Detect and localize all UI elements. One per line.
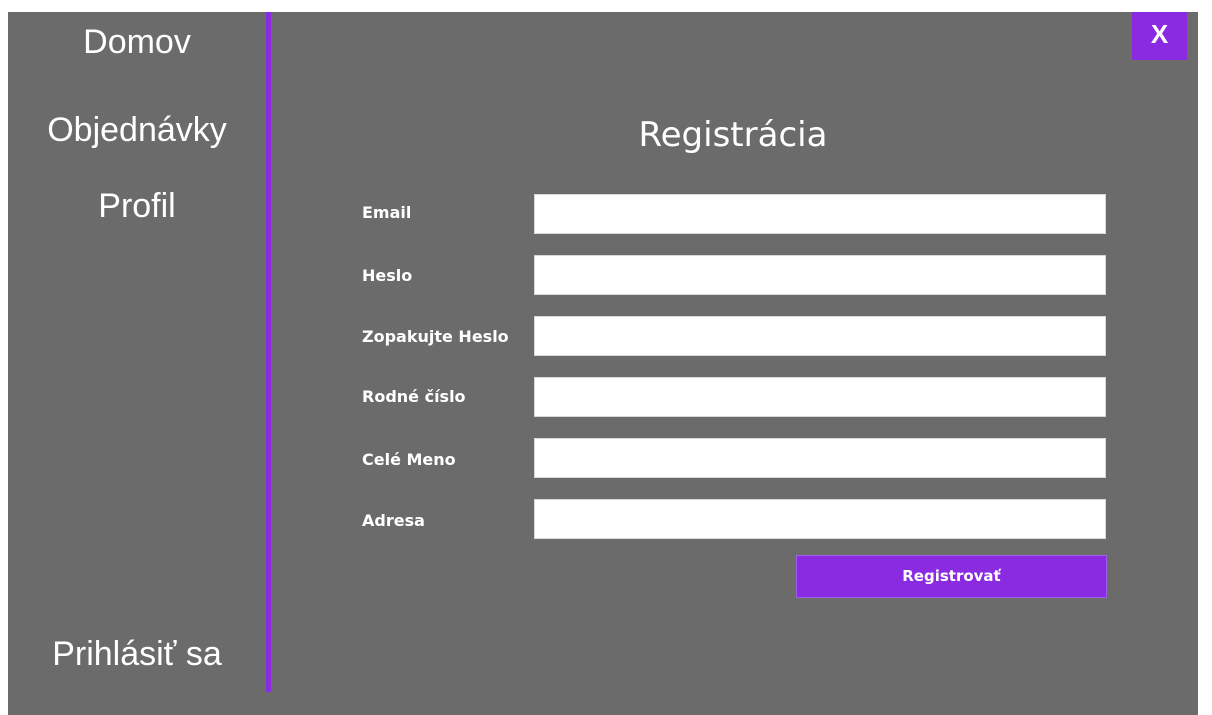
full-name-field[interactable] xyxy=(534,438,1106,478)
address-field[interactable] xyxy=(534,499,1106,539)
sidebar-divider xyxy=(266,12,271,692)
app-window: Domov Objednávky Profil Prihlásiť sa X R… xyxy=(8,12,1198,715)
sidebar-item-orders[interactable]: Objednávky xyxy=(8,108,266,152)
password-field[interactable] xyxy=(534,255,1106,295)
full-name-label: Celé Meno xyxy=(362,450,456,469)
form-title: Registrácia xyxy=(638,115,828,155)
birth-number-label: Rodné číslo xyxy=(362,387,466,406)
sidebar-item-home[interactable]: Domov xyxy=(8,20,266,64)
close-button[interactable]: X xyxy=(1132,12,1187,60)
address-label: Adresa xyxy=(362,511,425,530)
birth-number-field[interactable] xyxy=(534,377,1106,417)
register-button[interactable]: Registrovať xyxy=(796,555,1107,598)
sidebar: Domov Objednávky Profil Prihlásiť sa xyxy=(8,12,266,692)
repeat-password-field[interactable] xyxy=(534,316,1106,356)
email-field[interactable] xyxy=(534,194,1106,234)
repeat-password-label: Zopakujte Heslo xyxy=(362,327,509,346)
email-label: Email xyxy=(362,203,412,222)
sidebar-item-profile[interactable]: Profil xyxy=(8,184,266,228)
sidebar-item-login[interactable]: Prihlásiť sa xyxy=(8,632,266,676)
password-label: Heslo xyxy=(362,266,413,285)
